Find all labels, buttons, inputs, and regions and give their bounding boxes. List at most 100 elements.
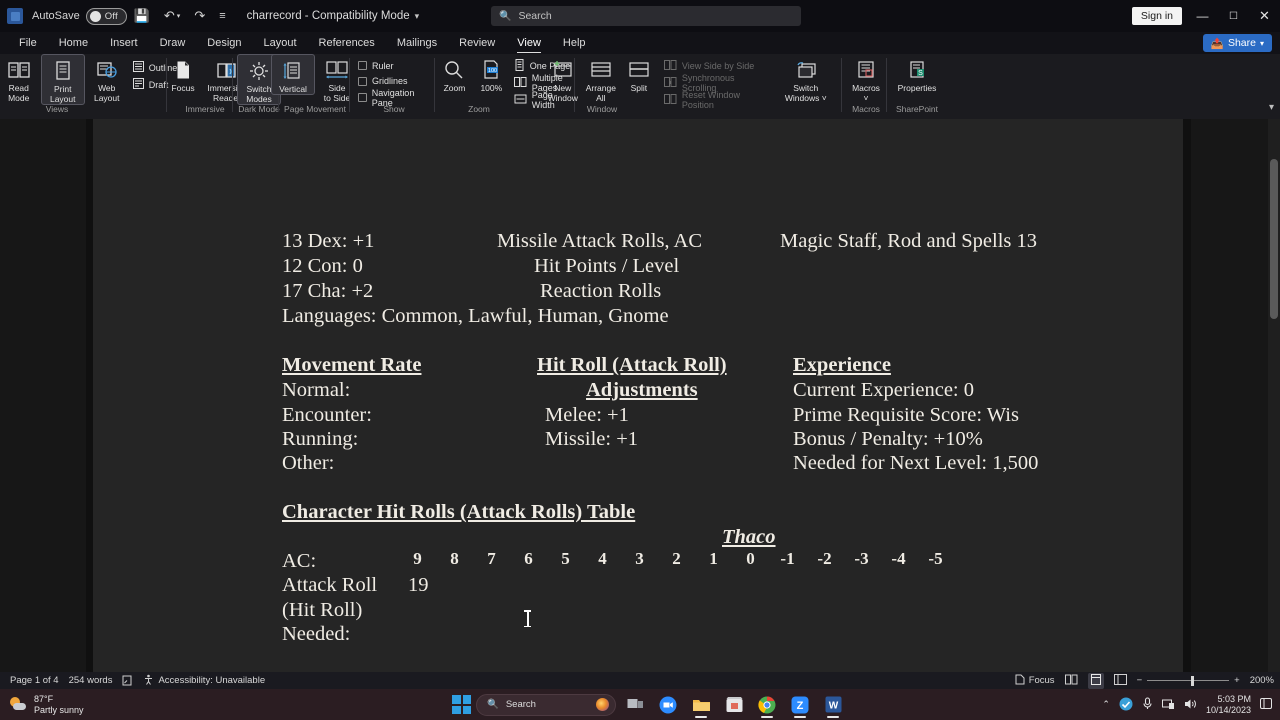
- windows-security-icon[interactable]: [1119, 697, 1133, 713]
- focus-mode-button[interactable]: Focus: [1015, 674, 1055, 688]
- zoom-100-button[interactable]: 100 100%: [473, 54, 510, 93]
- tab-references[interactable]: References: [308, 32, 386, 54]
- tab-help[interactable]: Help: [552, 32, 597, 54]
- vertical-scrollbar-thumb[interactable]: [1270, 159, 1278, 319]
- view-side-by-side-option[interactable]: View Side by Side: [662, 57, 759, 74]
- doc-line-cha: 17 Cha: +2: [282, 280, 374, 302]
- doc-line-hit_head2: Adjustments: [586, 379, 698, 401]
- zoom-100-label: 100%: [480, 83, 503, 93]
- chevron-down-icon[interactable]: ▾: [415, 11, 420, 21]
- group-title-sharepoint: SharePoint: [895, 104, 939, 114]
- ruler-checkbox[interactable]: Ruler: [356, 58, 394, 74]
- redo-icon[interactable]: ↷: [194, 4, 205, 28]
- page-left-margin: [86, 119, 93, 679]
- one-page-icon: [514, 58, 525, 73]
- maximize-icon[interactable]: ☐: [1218, 0, 1249, 32]
- checkbox-icon: [358, 76, 367, 86]
- share-icon: 📤: [1210, 37, 1224, 50]
- read-mode-icon: [8, 58, 30, 82]
- tab-file[interactable]: File: [8, 32, 48, 54]
- word-app-icon[interactable]: W: [819, 691, 847, 719]
- accessibility-icon: [143, 674, 154, 688]
- zoom-app-icon[interactable]: [654, 691, 682, 719]
- split-button[interactable]: Split: [620, 54, 658, 93]
- zoom-slider-track[interactable]: [1147, 675, 1230, 686]
- proofing-errors-icon[interactable]: [122, 675, 133, 686]
- document-title-text: charrecord - Compatibility Mode: [246, 10, 410, 22]
- tab-insert[interactable]: Insert: [99, 32, 149, 54]
- zoom-button[interactable]: Zoom: [436, 54, 473, 93]
- synchronous-scrolling-option[interactable]: Synchronous Scrolling: [662, 73, 759, 93]
- macros-button[interactable]: Macros ˅: [844, 54, 888, 103]
- web-layout-button[interactable]: Web Layout: [85, 54, 129, 103]
- task-view-icon[interactable]: [621, 691, 649, 719]
- tab-mailings[interactable]: Mailings: [386, 32, 448, 54]
- new-window-button[interactable]: New Window: [544, 54, 582, 103]
- vertical-scrollbar[interactable]: [1268, 119, 1280, 679]
- vertical-page-movement-button[interactable]: Vertical: [271, 54, 315, 95]
- svg-text:W: W: [828, 701, 838, 712]
- tab-review[interactable]: Review: [448, 32, 506, 54]
- read-mode-view-icon[interactable]: [1064, 674, 1078, 688]
- autosave-toggle[interactable]: Off: [85, 7, 127, 25]
- tab-home[interactable]: Home: [48, 32, 99, 54]
- zoom-slider[interactable]: − +: [1137, 675, 1240, 686]
- document-text-body[interactable]: 13 Dex: +1 Missile Attack Rolls, AC Magic …: [93, 119, 1183, 719]
- notifications-icon[interactable]: [1260, 697, 1272, 712]
- zoom-in-icon[interactable]: +: [1234, 675, 1240, 686]
- customize-quick-access-icon[interactable]: ≡: [219, 4, 225, 28]
- network-icon[interactable]: [1161, 698, 1175, 712]
- tab-design[interactable]: Design: [196, 32, 252, 54]
- zoom-out-icon[interactable]: −: [1137, 675, 1143, 686]
- zoom-level-label[interactable]: 200%: [1250, 675, 1274, 686]
- weather-widget[interactable]: 87°F Partly sunny: [10, 694, 84, 716]
- copilot-icon[interactable]: [596, 698, 609, 711]
- arrange-all-button[interactable]: Arrange All: [582, 54, 620, 103]
- doc-line-hit_roll: (Hit Roll): [282, 599, 363, 621]
- weather-text: 87°F Partly sunny: [34, 694, 84, 716]
- microphone-icon[interactable]: [1142, 697, 1153, 712]
- accessibility-status[interactable]: Accessibility: Unavailable: [143, 674, 265, 688]
- doc-line-missile_ac: Missile Attack Rolls, AC: [497, 230, 703, 252]
- zoom-meeting-icon[interactable]: Z: [786, 691, 814, 719]
- print-layout-view-icon[interactable]: [1087, 672, 1104, 689]
- web-layout-view-icon[interactable]: [1113, 673, 1127, 688]
- taskbar-clock[interactable]: 5:03 PM 10/14/2023: [1206, 694, 1251, 716]
- properties-button[interactable]: S Properties: [889, 54, 945, 93]
- document-page[interactable]: 13 Dex: +1 Missile Attack Rolls, AC Magic …: [93, 119, 1183, 719]
- doc-line-normal: Normal:: [282, 379, 351, 401]
- google-chrome-icon[interactable]: [753, 691, 781, 719]
- chevron-down-icon[interactable]: ▾: [1260, 39, 1264, 48]
- zoom-slider-knob[interactable]: [1191, 675, 1195, 686]
- read-mode-button[interactable]: Read Mode: [0, 54, 41, 103]
- properties-label: Properties: [897, 83, 937, 93]
- ribbon: Read Mode Print Layout Web Layout Outlin…: [0, 54, 1280, 119]
- group-title-macros: Macros: [852, 104, 880, 114]
- file-explorer-icon[interactable]: [687, 691, 715, 719]
- tab-view[interactable]: View: [506, 32, 552, 54]
- show-hidden-icons-chevron[interactable]: ⌃: [1102, 699, 1110, 710]
- sign-in-button[interactable]: Sign in: [1131, 7, 1182, 25]
- search-input[interactable]: 🔍 Search: [491, 6, 801, 26]
- ruler-label: Ruler: [372, 60, 394, 71]
- tab-draw[interactable]: Draw: [149, 32, 197, 54]
- volume-icon[interactable]: [1184, 698, 1197, 712]
- share-button[interactable]: 📤 Share ▾: [1202, 34, 1272, 52]
- close-icon[interactable]: ✕: [1249, 0, 1280, 32]
- taskbar-search-placeholder: Search: [505, 699, 536, 710]
- weather-temp: 87°F: [34, 693, 54, 704]
- word-count[interactable]: 254 words: [69, 675, 113, 686]
- svg-text:100: 100: [488, 68, 497, 74]
- page-indicator[interactable]: Page 1 of 4: [10, 675, 59, 686]
- windows-start-icon[interactable]: [452, 695, 471, 714]
- tab-layout[interactable]: Layout: [253, 32, 308, 54]
- save-icon[interactable]: 💾: [134, 4, 150, 28]
- print-layout-button[interactable]: Print Layout: [40, 54, 85, 105]
- minimize-icon[interactable]: —: [1187, 0, 1218, 32]
- focus-button[interactable]: Focus: [161, 54, 205, 93]
- microsoft-store-icon[interactable]: [720, 691, 748, 719]
- collapse-ribbon-icon[interactable]: ▾: [1269, 102, 1274, 113]
- taskbar-search-input[interactable]: 🔍 Search: [476, 693, 616, 716]
- undo-icon[interactable]: ↶ ▾: [164, 4, 180, 28]
- switch-windows-button[interactable]: Switch Windows ˅: [783, 54, 828, 103]
